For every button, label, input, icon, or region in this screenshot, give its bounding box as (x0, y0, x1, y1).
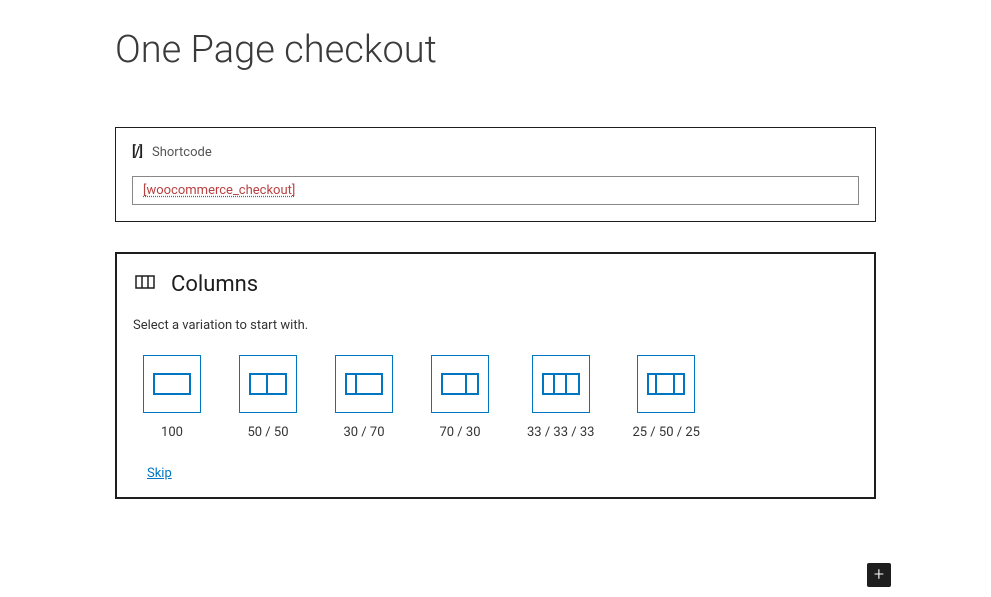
column-variation[interactable]: 100 (143, 355, 201, 440)
columns-title: Columns (171, 272, 258, 297)
variations-list: 100 50 / 50 30 / 70 70 / 30 33 / 33 / 33 25 /… (133, 355, 858, 440)
variation-label: 33 / 33 / 33 (527, 425, 594, 440)
shortcode-block-header: [/] Shortcode (132, 144, 859, 160)
variation-preview-icon (143, 355, 201, 413)
columns-block-header: Columns (133, 270, 858, 298)
variation-label: 25 / 50 / 25 (632, 425, 699, 440)
variation-preview-icon (239, 355, 297, 413)
column-variation[interactable]: 30 / 70 (335, 355, 393, 440)
add-block-button[interactable]: + (867, 563, 891, 587)
column-variation[interactable]: 25 / 50 / 25 (632, 355, 699, 440)
shortcode-icon: [/] (132, 144, 142, 160)
variation-label: 30 / 70 (343, 425, 384, 440)
shortcode-input[interactable] (132, 176, 859, 205)
column-variation[interactable]: 70 / 30 (431, 355, 489, 440)
columns-icon (133, 270, 157, 298)
variation-preview-icon (431, 355, 489, 413)
page-title: One Page checkout (115, 28, 876, 72)
columns-subtitle: Select a variation to start with. (133, 318, 858, 333)
shortcode-label: Shortcode (152, 145, 212, 160)
variation-label: 100 (161, 425, 183, 440)
variation-preview-icon (335, 355, 393, 413)
variation-label: 50 / 50 (247, 425, 288, 440)
shortcode-block: [/] Shortcode (115, 127, 876, 222)
variation-preview-icon (637, 355, 695, 413)
variation-label: 70 / 30 (439, 425, 480, 440)
column-variation[interactable]: 33 / 33 / 33 (527, 355, 594, 440)
column-variation[interactable]: 50 / 50 (239, 355, 297, 440)
variation-preview-icon (532, 355, 590, 413)
skip-link[interactable]: Skip (147, 466, 172, 481)
columns-block: Columns Select a variation to start with… (115, 252, 876, 499)
